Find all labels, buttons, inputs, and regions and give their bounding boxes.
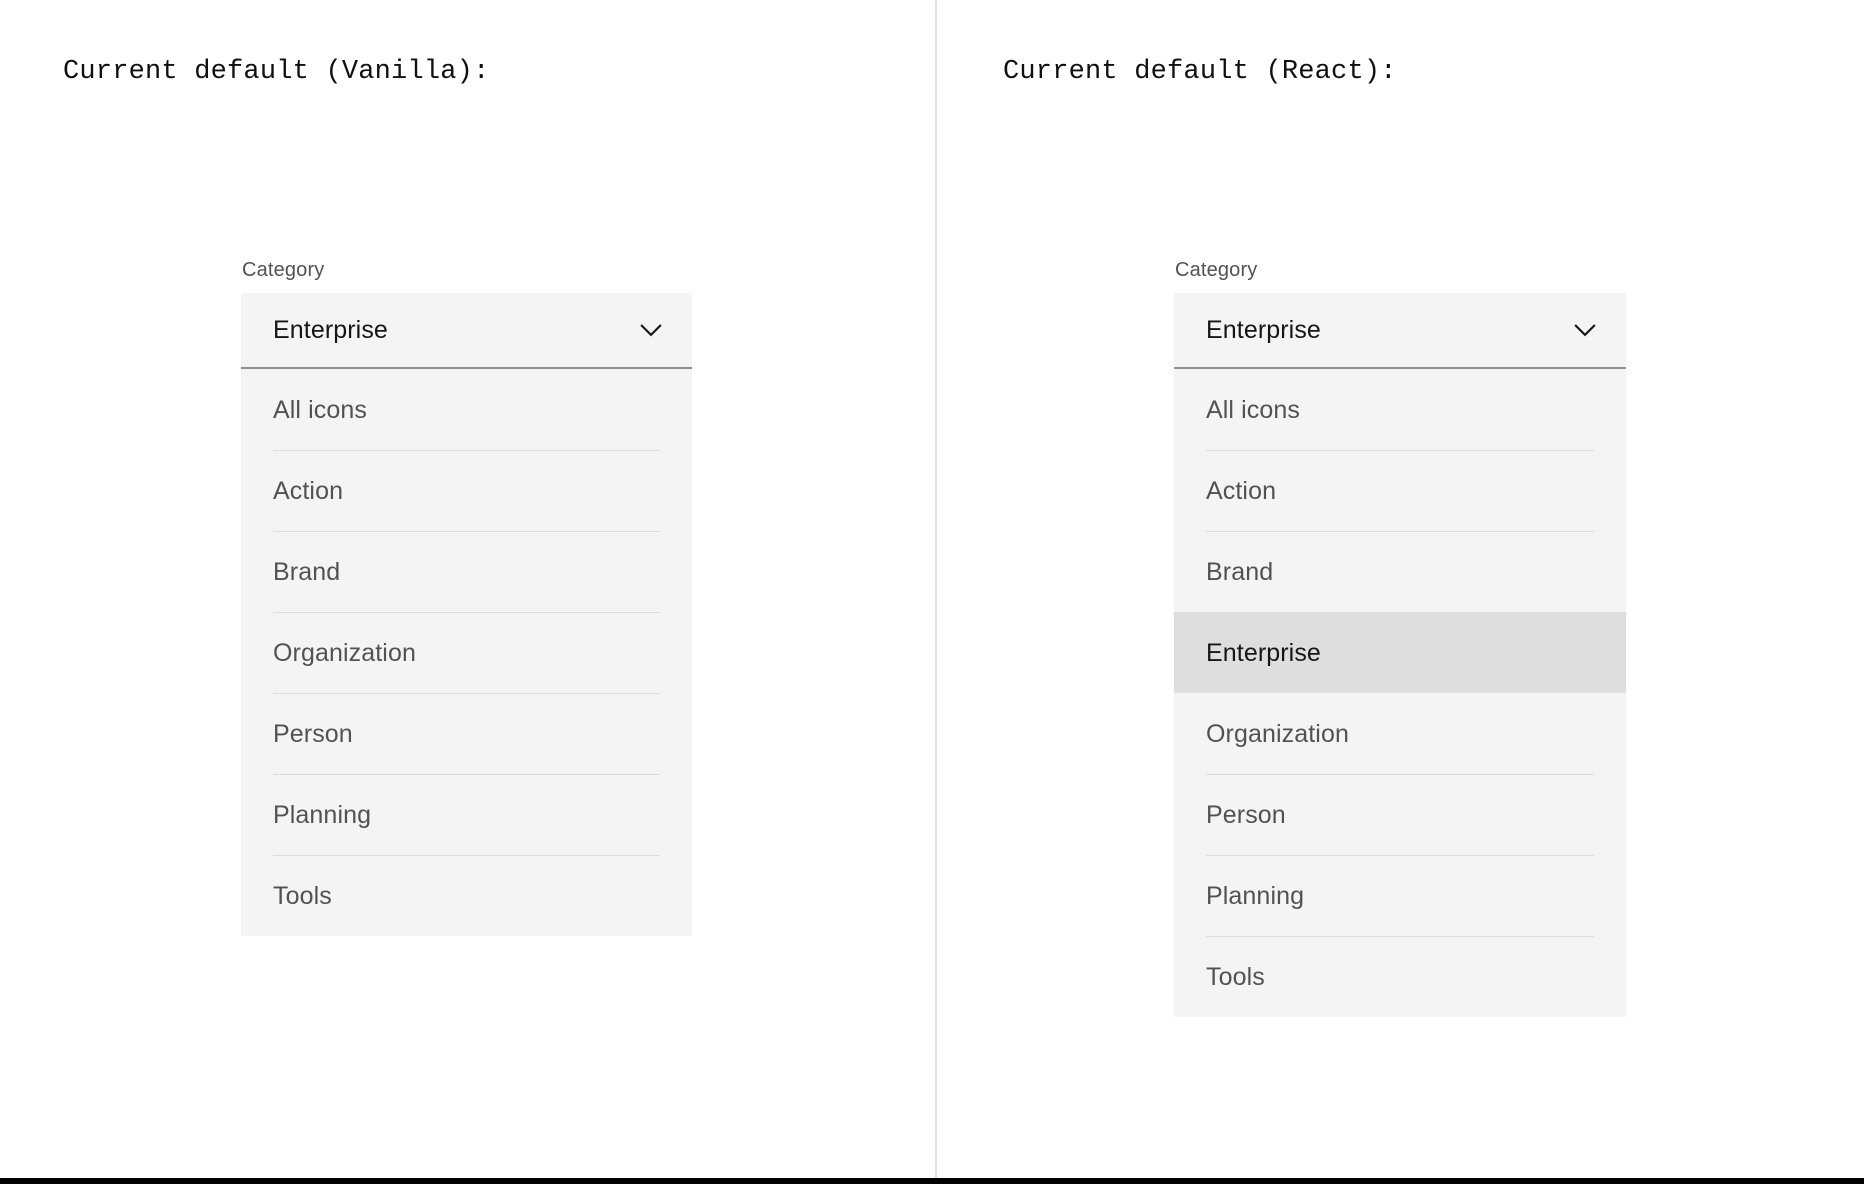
dropdown-react: Category Enterprise All icons Action Bra… xyxy=(1174,258,1626,1017)
dropdown-option[interactable]: Brand xyxy=(241,531,692,612)
dropdown-option-label: Brand xyxy=(1206,557,1274,586)
dropdown-option[interactable]: Person xyxy=(241,693,692,774)
chevron-down-icon[interactable] xyxy=(634,313,668,347)
dropdown-option[interactable]: All icons xyxy=(241,369,692,450)
dropdown-option-label: Action xyxy=(1206,476,1277,505)
panel-react: Current default (React): Category Enterp… xyxy=(937,0,1864,1178)
dropdown-option-label: Organization xyxy=(273,638,416,667)
dropdown-react-label: Category xyxy=(1175,259,1258,281)
dropdown-option-label: Person xyxy=(273,719,353,748)
dropdown-option-label: Tools xyxy=(1206,962,1265,991)
panel-vanilla: Current default (Vanilla): Category Ente… xyxy=(0,0,935,1178)
dropdown-vanilla-trigger[interactable]: Enterprise xyxy=(241,293,692,369)
dropdown-option[interactable]: Action xyxy=(241,450,692,531)
chevron-down-icon[interactable] xyxy=(1568,313,1602,347)
dropdown-option[interactable]: Organization xyxy=(241,612,692,693)
dropdown-option-label: Enterprise xyxy=(1206,638,1321,667)
dropdown-option-label: Planning xyxy=(273,800,372,829)
dropdown-option[interactable]: Brand xyxy=(1174,531,1626,612)
dropdown-vanilla-option-list: All icons Action Brand Organization Pers… xyxy=(241,369,692,936)
dropdown-option[interactable]: Action xyxy=(1174,450,1626,531)
dropdown-option-label: Brand xyxy=(273,557,341,586)
dropdown-option[interactable]: All icons xyxy=(1174,369,1626,450)
panel-react-heading: Current default (React): xyxy=(1003,57,1397,87)
dropdown-option[interactable]: Person xyxy=(1174,774,1626,855)
dropdown-option-label: Person xyxy=(1206,800,1286,829)
dropdown-option[interactable]: Organization xyxy=(1174,693,1626,774)
dropdown-option-label: All icons xyxy=(273,395,367,424)
dropdown-option[interactable]: Tools xyxy=(241,855,692,936)
dropdown-vanilla-label: Category xyxy=(242,259,325,281)
panel-vanilla-heading: Current default (Vanilla): xyxy=(63,57,490,87)
dropdown-react-option-list: All icons Action Brand Enterprise Organi… xyxy=(1174,369,1626,1017)
dropdown-option-selected[interactable]: Enterprise xyxy=(1174,612,1626,693)
dropdown-option-label: Planning xyxy=(1206,881,1305,910)
dropdown-option-label: All icons xyxy=(1206,395,1300,424)
dropdown-vanilla-selected-value: Enterprise xyxy=(273,316,388,344)
page-root: Current default (Vanilla): Category Ente… xyxy=(0,0,1864,1184)
dropdown-vanilla: Category Enterprise All icons Action Bra… xyxy=(241,258,692,936)
dropdown-option[interactable]: Tools xyxy=(1174,936,1626,1017)
dropdown-option-label: Organization xyxy=(1206,719,1349,748)
dropdown-option-label: Tools xyxy=(273,881,332,910)
dropdown-react-selected-value: Enterprise xyxy=(1206,316,1321,344)
dropdown-option-label: Action xyxy=(273,476,344,505)
dropdown-option[interactable]: Planning xyxy=(241,774,692,855)
dropdown-option[interactable]: Planning xyxy=(1174,855,1626,936)
dropdown-react-trigger[interactable]: Enterprise xyxy=(1174,293,1626,369)
